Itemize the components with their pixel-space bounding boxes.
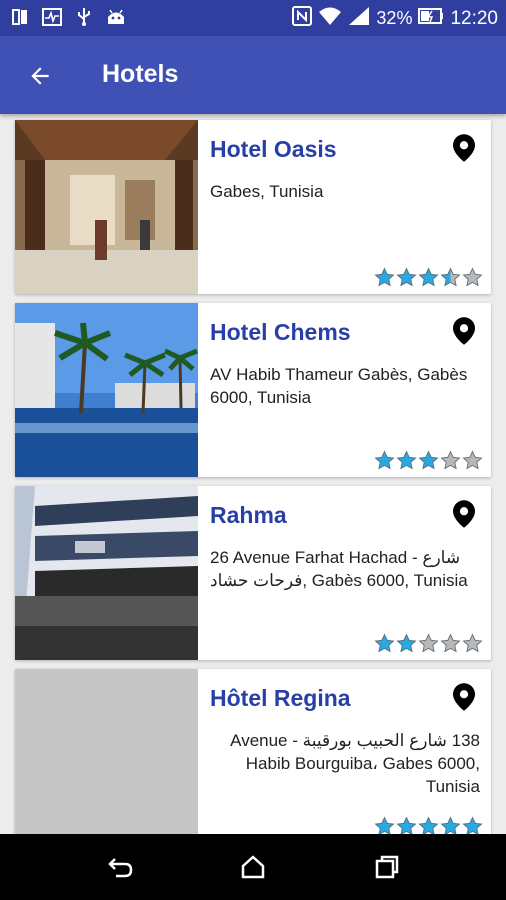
rating-stars [374, 816, 483, 834]
hotel-name: Hôtel Regina [210, 685, 351, 711]
rating-stars [374, 633, 483, 654]
hotel-address: 138 شارع الحبيب بورقيبة - Avenue Habib B… [230, 731, 480, 796]
android-icon [106, 7, 126, 27]
nav-back-icon [108, 858, 133, 878]
hotel-name: Hotel Oasis [210, 136, 337, 162]
activity-icon [42, 7, 62, 27]
nfc-icon [292, 6, 313, 31]
hotel-address: 26 Avenue Farhat Hachad - شارع فرحات حشا… [210, 548, 468, 590]
recents-nav-button[interactable] [372, 852, 402, 882]
hotel-photo [15, 303, 198, 477]
battery-percent: 32% [376, 8, 413, 28]
hotel-name: Rahma [210, 502, 287, 528]
signal-icon [348, 6, 370, 31]
star-filled-icon [374, 816, 395, 834]
rating-stars [374, 267, 483, 288]
status-bar: 32% 12:20 [0, 0, 506, 36]
star-empty-icon [462, 450, 483, 471]
wifi-icon [318, 6, 342, 31]
app-bar: Hotels [0, 36, 506, 114]
star-filled-icon [418, 267, 439, 288]
star-filled-icon [374, 450, 395, 471]
home-icon [241, 855, 265, 879]
arrow-left-icon [31, 67, 49, 85]
star-filled-icon [374, 633, 395, 654]
clock-time: 12:20 [450, 7, 498, 29]
map-pin-icon[interactable] [453, 317, 475, 345]
hotel-address: Gabes, Tunisia [210, 182, 324, 201]
star-empty-icon [440, 450, 461, 471]
hotel-name: Hotel Chems [210, 319, 351, 345]
star-filled-icon [440, 816, 461, 834]
star-filled-icon [418, 816, 439, 834]
hotel-list[interactable]: Hotel Oasis Gabes, Tunisia Hotel Chems A… [0, 114, 506, 834]
home-nav-button[interactable] [238, 852, 268, 882]
recents-icon [375, 855, 399, 879]
hotel-address: AV Habib Thameur Gabès, Gabès 6000, Tuni… [210, 365, 468, 407]
back-button[interactable] [24, 60, 56, 92]
star-half-icon [440, 267, 461, 288]
hotel-photo-placeholder [15, 669, 198, 834]
usb-icon [74, 7, 94, 27]
star-filled-icon [396, 633, 417, 654]
sim-icon [10, 7, 30, 27]
star-filled-icon [418, 450, 439, 471]
star-empty-icon [440, 633, 461, 654]
map-pin-icon[interactable] [453, 134, 475, 162]
star-filled-icon [396, 816, 417, 834]
star-empty-icon [462, 633, 483, 654]
hotel-card[interactable]: Hôtel Regina 138 شارع الحبيب بورقيبة - A… [15, 669, 491, 834]
page-title: Hotels [102, 60, 179, 88]
navigation-bar [0, 834, 506, 900]
hotel-photo [15, 120, 198, 294]
hotel-card[interactable]: Rahma 26 Avenue Farhat Hachad - شارع فرح… [15, 486, 491, 660]
hotel-card[interactable]: Hotel Chems AV Habib Thameur Gabès, Gabè… [15, 303, 491, 477]
star-filled-icon [462, 816, 483, 834]
rating-stars [374, 450, 483, 471]
back-nav-button[interactable] [106, 852, 136, 882]
star-filled-icon [396, 267, 417, 288]
map-pin-icon[interactable] [453, 683, 475, 711]
hotel-card[interactable]: Hotel Oasis Gabes, Tunisia [15, 120, 491, 294]
map-pin-icon[interactable] [453, 500, 475, 528]
battery-icon [418, 8, 444, 29]
star-empty-icon [418, 633, 439, 654]
star-filled-icon [374, 267, 395, 288]
hotel-photo [15, 486, 198, 660]
star-empty-icon [462, 267, 483, 288]
star-filled-icon [396, 450, 417, 471]
